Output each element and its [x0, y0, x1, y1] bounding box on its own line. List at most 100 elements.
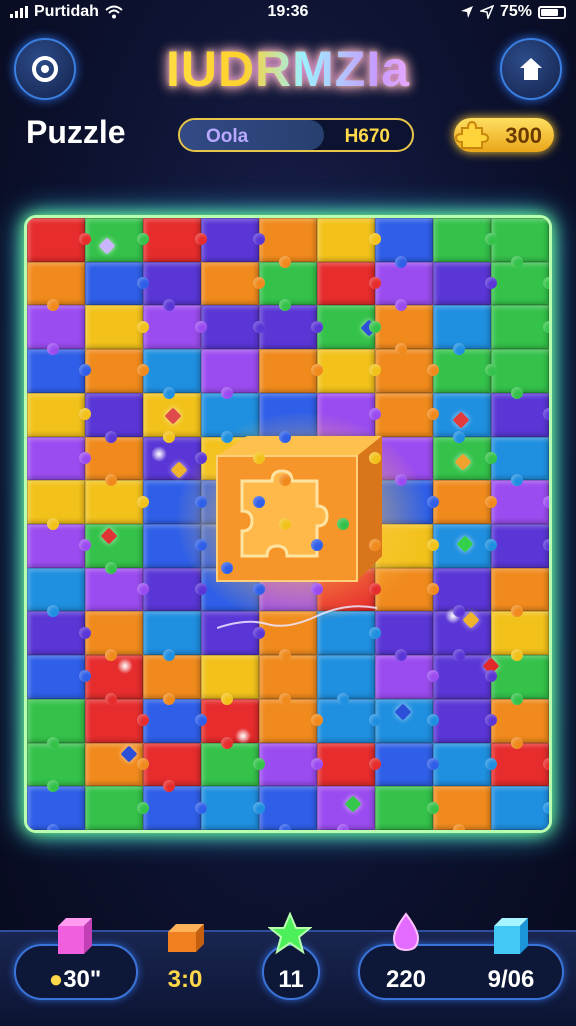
puzzle-piece[interactable] [433, 305, 491, 355]
puzzle-piece[interactable] [259, 218, 317, 268]
puzzle-piece[interactable] [143, 305, 207, 350]
coin-counter[interactable]: 300 [454, 118, 554, 152]
puzzle-piece[interactable] [433, 786, 491, 830]
puzzle-piece[interactable] [375, 261, 433, 312]
puzzle-grid[interactable] [27, 218, 549, 830]
puzzle-piece[interactable] [27, 698, 85, 749]
puzzle-piece[interactable] [491, 524, 549, 568]
puzzle-piece[interactable] [259, 655, 317, 705]
puzzle-piece[interactable] [317, 742, 381, 787]
puzzle-piece[interactable] [143, 611, 201, 661]
puzzle-piece[interactable] [259, 786, 317, 830]
puzzle-piece[interactable] [259, 698, 323, 743]
puzzle-piece[interactable] [85, 567, 149, 612]
puzzle-piece[interactable] [201, 261, 265, 306]
puzzle-piece[interactable] [259, 305, 323, 350]
puzzle-piece[interactable] [433, 349, 497, 393]
puzzle-piece[interactable] [201, 655, 259, 705]
puzzle-piece[interactable] [259, 261, 317, 312]
puzzle-piece[interactable] [143, 261, 201, 312]
puzzle-piece[interactable] [375, 305, 433, 355]
puzzle-piece[interactable] [27, 742, 85, 792]
puzzle-piece[interactable] [85, 392, 143, 443]
puzzle-piece[interactable] [27, 524, 91, 568]
puzzle-piece[interactable] [433, 698, 497, 743]
puzzle-piece[interactable] [259, 349, 323, 393]
puzzle-piece[interactable] [27, 349, 91, 393]
puzzle-piece[interactable] [143, 349, 201, 399]
puzzle-piece[interactable] [317, 349, 381, 393]
puzzle-piece[interactable] [491, 349, 549, 399]
puzzle-piece[interactable] [201, 218, 265, 262]
puzzle-piece[interactable] [375, 786, 439, 830]
puzzle-piece[interactable] [27, 261, 85, 312]
puzzle-piece[interactable] [317, 261, 381, 306]
puzzle-piece[interactable] [375, 655, 439, 699]
puzzle-piece[interactable] [27, 305, 85, 355]
puzzle-piece[interactable] [143, 218, 207, 262]
puzzle-piece[interactable] [85, 436, 143, 486]
puzzle-piece[interactable] [491, 480, 549, 524]
puzzle-piece[interactable] [85, 524, 143, 574]
back-button[interactable] [14, 38, 76, 100]
puzzle-piece[interactable] [85, 218, 149, 262]
puzzle-piece[interactable] [491, 392, 549, 437]
puzzle-piece[interactable] [143, 655, 201, 705]
puzzle-piece[interactable] [27, 436, 91, 481]
puzzle-piece[interactable] [317, 786, 375, 830]
puzzle-piece[interactable] [27, 480, 85, 530]
puzzle-piece[interactable] [143, 786, 207, 830]
puzzle-piece[interactable] [375, 742, 439, 787]
puzzle-piece[interactable] [491, 218, 549, 268]
puzzle-piece[interactable] [375, 218, 433, 268]
puzzle-piece[interactable] [491, 698, 549, 749]
puzzle-piece[interactable] [27, 786, 85, 830]
puzzle-piece[interactable] [317, 655, 375, 705]
puzzle-piece[interactable] [85, 261, 149, 306]
puzzle-piece[interactable] [27, 611, 91, 656]
puzzle-piece[interactable] [85, 611, 143, 661]
puzzle-piece[interactable] [201, 742, 265, 787]
puzzle-piece[interactable] [375, 349, 439, 393]
home-button[interactable] [500, 38, 562, 100]
puzzle-piece[interactable] [433, 261, 497, 306]
puzzle-piece[interactable] [85, 698, 149, 743]
puzzle-piece[interactable] [27, 655, 91, 699]
glowing-puzzle-cube-icon[interactable] [207, 436, 387, 586]
puzzle-piece[interactable] [433, 218, 497, 262]
puzzle-piece[interactable] [201, 349, 259, 399]
puzzle-piece[interactable] [491, 786, 549, 830]
puzzle-piece[interactable] [27, 392, 91, 437]
puzzle-piece[interactable] [433, 480, 497, 524]
puzzle-piece[interactable] [201, 305, 265, 350]
puzzle-piece[interactable] [317, 698, 381, 743]
puzzle-piece[interactable] [491, 655, 549, 705]
puzzle-piece[interactable] [491, 611, 549, 661]
puzzle-piece[interactable] [259, 742, 323, 787]
puzzle-piece[interactable] [201, 786, 265, 830]
puzzle-piece[interactable] [375, 611, 433, 661]
puzzle-piece[interactable] [491, 305, 549, 350]
puzzle-piece[interactable] [375, 392, 439, 437]
puzzle-piece[interactable] [85, 349, 149, 393]
puzzle-piece[interactable] [85, 786, 149, 830]
puzzle-piece[interactable] [85, 742, 149, 787]
puzzle-piece[interactable] [433, 567, 491, 618]
puzzle-piece[interactable] [143, 698, 207, 743]
puzzle-piece[interactable] [85, 655, 143, 705]
puzzle-piece[interactable] [27, 567, 85, 618]
puzzle-piece[interactable] [85, 480, 149, 524]
puzzle-piece[interactable] [491, 261, 549, 306]
puzzle-piece[interactable] [491, 567, 549, 618]
puzzle-piece[interactable] [433, 655, 497, 699]
puzzle-piece[interactable] [317, 218, 381, 262]
puzzle-board[interactable] [24, 215, 552, 833]
puzzle-piece[interactable] [433, 611, 491, 661]
puzzle-piece[interactable] [143, 742, 201, 792]
puzzle-piece[interactable] [491, 436, 549, 486]
puzzle-piece[interactable] [85, 305, 149, 350]
puzzle-piece[interactable] [143, 567, 207, 612]
puzzle-piece[interactable] [27, 218, 91, 262]
puzzle-piece[interactable] [433, 742, 497, 787]
puzzle-piece[interactable] [491, 742, 549, 787]
